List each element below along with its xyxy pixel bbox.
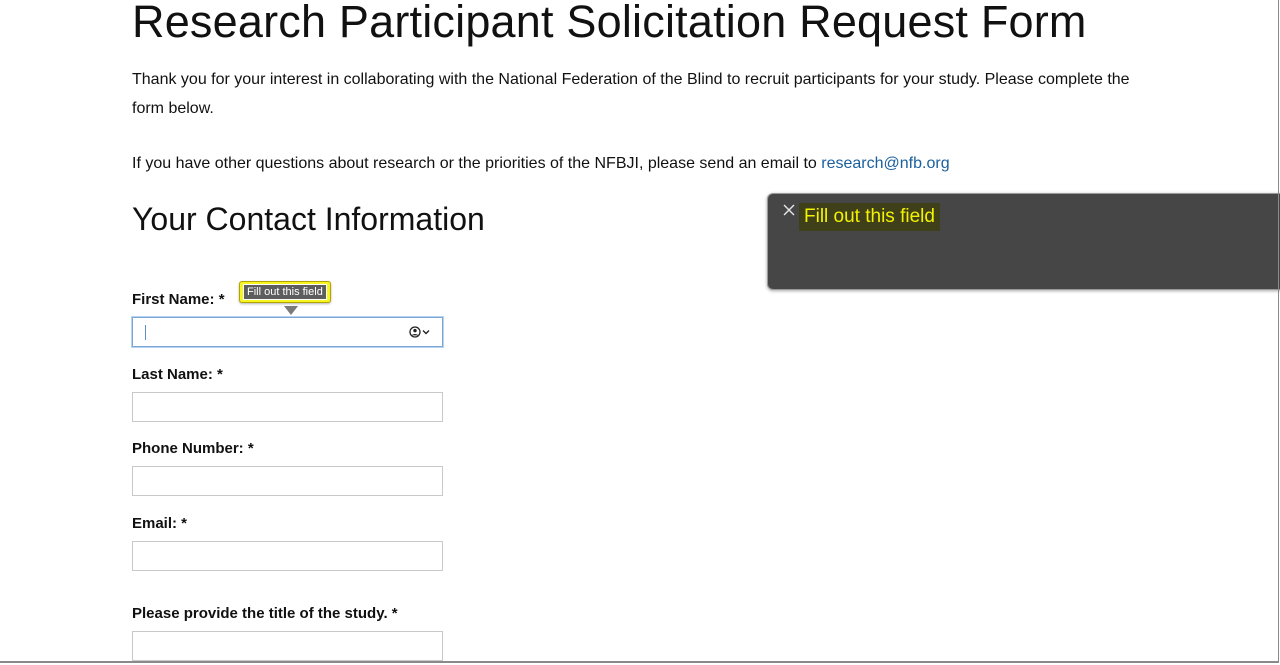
research-email-link[interactable]: research@nfb.org: [821, 155, 949, 172]
email-input[interactable]: [132, 541, 443, 571]
contact-paragraph: If you have other questions about resear…: [132, 150, 950, 178]
phone-number-input[interactable]: [132, 466, 443, 496]
first-name-input[interactable]: [132, 317, 443, 347]
text-caret: [145, 325, 146, 340]
person-circle-icon: [409, 326, 421, 338]
study-title-label: Please provide the title of the study. *: [132, 605, 398, 622]
email-label: Email: *: [132, 515, 188, 532]
last-name-label: Last Name: *: [132, 366, 223, 383]
chevron-down-icon: [422, 330, 430, 335]
tooltip-arrow: [284, 306, 298, 315]
contact-autofill-icon[interactable]: [409, 326, 430, 338]
validation-message: Fill out this field: [243, 284, 327, 300]
close-x-icon: [783, 204, 795, 216]
section-title: Your Contact Information: [132, 201, 485, 237]
phone-number-label: Phone Number: *: [132, 440, 254, 457]
last-name-input[interactable]: [132, 392, 443, 422]
page-title: Research Participant Solicitation Reques…: [132, 0, 1087, 47]
intro-paragraph: Thank you for your interest in collabora…: [132, 71, 1130, 117]
caption-panel: Fill out this field: [767, 193, 1280, 290]
close-icon[interactable]: [782, 203, 796, 217]
first-name-label: First Name: *: [132, 291, 225, 308]
contact-text: If you have other questions about resear…: [132, 155, 822, 172]
study-title-input[interactable]: [132, 631, 443, 661]
caption-text: Fill out this field: [799, 203, 940, 231]
validation-tooltip: Fill out this field: [239, 281, 331, 303]
